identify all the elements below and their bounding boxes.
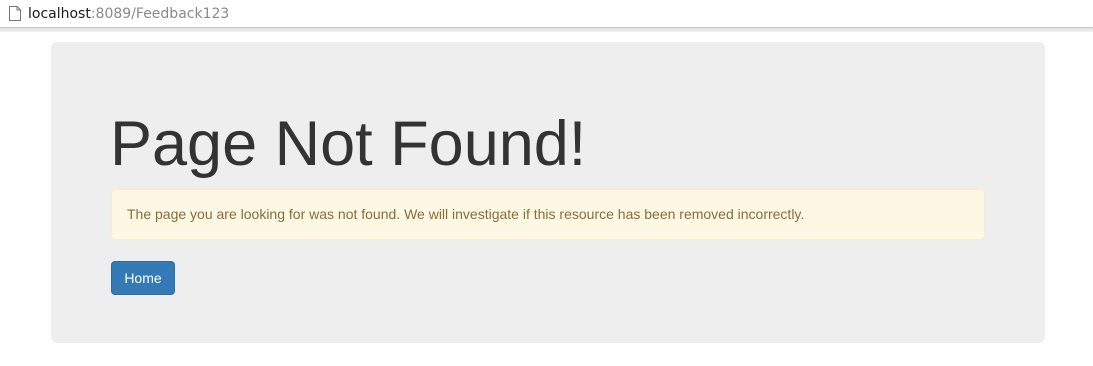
page-icon	[9, 6, 21, 21]
address-bar[interactable]: localhost:8089/Feedback123	[0, 0, 1093, 28]
url-host: localhost	[28, 6, 91, 22]
home-button[interactable]: Home	[111, 261, 175, 295]
url-text[interactable]: localhost:8089/Feedback123	[28, 5, 229, 23]
url-path: :8089/Feedback123	[90, 6, 230, 22]
page-title: Page Not Found!	[110, 109, 587, 179]
toolbar-divider	[0, 28, 1093, 32]
warning-alert: The page you are looking for was not fou…	[111, 189, 985, 240]
jumbotron: Page Not Found! The page you are looking…	[51, 42, 1045, 343]
